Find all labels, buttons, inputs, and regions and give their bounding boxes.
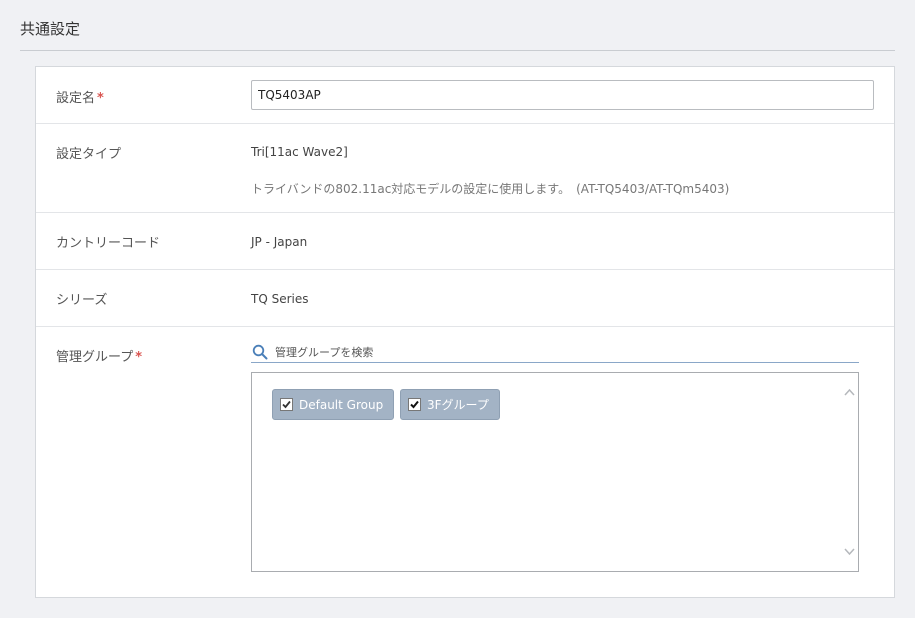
setting-type-models: (AT-TQ5403/AT-TQm5403) bbox=[576, 182, 730, 196]
management-group-label-text: 管理グループ bbox=[56, 350, 134, 365]
management-group-label: 管理グループ * bbox=[56, 346, 142, 365]
setting-type-value: Tri[11ac Wave2] bbox=[251, 145, 348, 159]
search-icon bbox=[252, 344, 268, 360]
checkbox-checked-icon[interactable] bbox=[408, 398, 421, 411]
setting-type-description: トライバンドの802.11ac対応モデルの設定に使用します。 (AT-TQ5403… bbox=[251, 180, 729, 197]
group-chip-default[interactable]: Default Group bbox=[272, 389, 395, 420]
chevron-up-icon[interactable] bbox=[844, 387, 855, 398]
setting-type-description-text: トライバンドの802.11ac対応モデルの設定に使用します。 bbox=[251, 182, 571, 196]
row-country-code: カントリーコード JP - Japan bbox=[36, 213, 894, 270]
scrollbar[interactable] bbox=[841, 373, 858, 571]
setting-name-label: 設定名 * bbox=[56, 87, 104, 106]
section-header: 共通設定 bbox=[20, 0, 895, 51]
row-setting-name: 設定名 * bbox=[36, 67, 894, 124]
row-setting-type: 設定タイプ Tri[11ac Wave2] トライバンドの802.11ac対応モ… bbox=[36, 124, 894, 213]
group-chip-3f[interactable]: 3Fグループ bbox=[400, 389, 500, 420]
settings-panel: 設定名* 設定タイプ Tri[11ac Wave2] トライバンドの802.11… bbox=[35, 66, 895, 598]
checkbox-checked-icon[interactable] bbox=[280, 398, 293, 411]
row-management-group: 管理グループ* Default Group bbox=[36, 327, 894, 597]
series-label: シリーズ bbox=[56, 293, 108, 308]
setting-name-label-text: 設定名 bbox=[56, 91, 96, 106]
section-title: 共通設定 bbox=[20, 20, 81, 38]
country-code-value: JP - Japan bbox=[251, 235, 308, 249]
group-search bbox=[251, 343, 859, 363]
setting-type-label: 設定タイプ bbox=[56, 147, 122, 162]
series-value: TQ Series bbox=[251, 292, 309, 306]
group-search-input[interactable] bbox=[275, 344, 855, 360]
group-chip-label: Default Group bbox=[299, 397, 384, 412]
group-chip-label: 3Fグループ bbox=[427, 398, 489, 412]
country-code-label: カントリーコード bbox=[56, 236, 161, 251]
chevron-down-icon[interactable] bbox=[844, 546, 855, 557]
required-mark: * bbox=[135, 350, 143, 365]
row-series: シリーズ TQ Series bbox=[36, 270, 894, 327]
group-list-box[interactable]: Default Group 3Fグループ bbox=[251, 372, 859, 572]
setting-name-input[interactable] bbox=[251, 80, 874, 110]
required-mark: * bbox=[97, 91, 104, 106]
